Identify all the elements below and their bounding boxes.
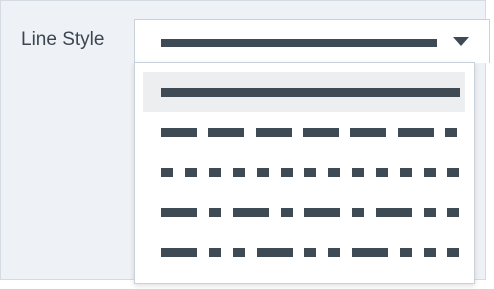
dotted-line-icon: [161, 168, 459, 177]
option-dash-dot[interactable]: [143, 192, 465, 232]
dash-dot-line-icon: [161, 208, 459, 217]
option-solid[interactable]: [143, 72, 465, 112]
chevron-down-icon[interactable]: [453, 37, 469, 46]
dash-dot-dot-line-icon: [161, 248, 459, 257]
option-dot[interactable]: [143, 152, 465, 192]
option-dash[interactable]: [143, 112, 465, 152]
line-style-panel: Line Style: [0, 0, 490, 284]
line-style-dropdown-list: [134, 62, 475, 284]
solid-line-icon: [161, 88, 460, 97]
selected-line-style-preview: [161, 39, 437, 47]
line-style-label: Line Style: [21, 29, 105, 50]
dashed-line-icon: [161, 128, 457, 137]
option-dash-dot-dot[interactable]: [143, 232, 465, 272]
line-style-select[interactable]: [134, 19, 490, 63]
